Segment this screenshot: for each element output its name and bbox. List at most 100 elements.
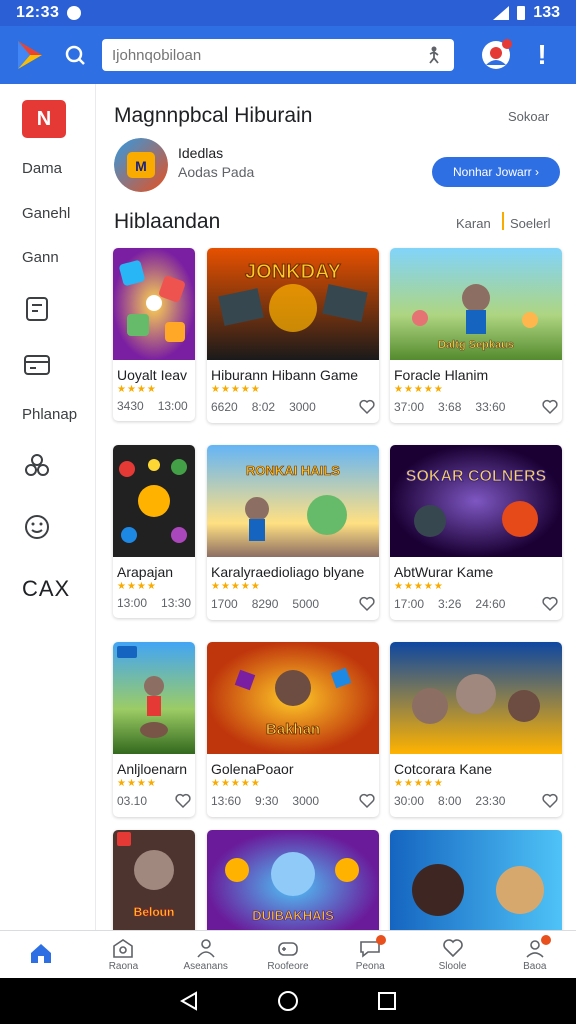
nav-item-4[interactable]: Peona (329, 931, 411, 978)
game-meta: 30:00 8:00 23:30 (390, 789, 562, 817)
sidebar-item-2[interactable]: Gann (0, 249, 96, 266)
thumb-text: DUIBAKHAIS (252, 908, 334, 923)
game-meta: 6620 8:02 3000 (207, 395, 379, 423)
meta-value: 13:60 (211, 794, 242, 808)
game-title: Anljloenarn (117, 761, 188, 777)
card-icon[interactable] (22, 350, 52, 380)
rating-stars: ★★★★★ (394, 581, 444, 592)
meta-value: 13:30 (161, 596, 192, 610)
nav-badge-icon (540, 935, 551, 945)
heart-icon[interactable] (175, 793, 191, 809)
nav-item-6[interactable]: Baoa (494, 931, 576, 978)
home-circle-icon[interactable] (277, 990, 299, 1012)
game-card[interactable]: Anljloenarn ★★★★ 03.10 (113, 642, 195, 817)
game-meta: 17:00 3:26 24:60 (390, 592, 562, 620)
emoji-icon[interactable] (22, 512, 52, 542)
heart-icon[interactable] (359, 399, 375, 415)
featured-section-action[interactable]: Sokoar (508, 109, 549, 124)
thumb-text: Beloun (134, 905, 175, 919)
game-card[interactable]: Bakhan GolenaPoaor ★★★★★ 13:60 9:30 3000 (207, 642, 379, 817)
game-card[interactable]: Arapajan ★★★★ 13:00 13:30 (113, 445, 195, 618)
game-meta: 37:00 3:68 33:60 (390, 395, 562, 423)
heart-icon[interactable] (359, 793, 375, 809)
thumb-text: Daltg Sepkaus (438, 339, 514, 351)
rating-stars: ★★★★★ (394, 778, 444, 789)
nav-item-5[interactable]: Sloole (411, 931, 493, 978)
heart-icon[interactable] (359, 596, 375, 612)
search-input[interactable] (112, 46, 424, 64)
featured-app-title: Idedlas (178, 145, 224, 161)
game-thumbnail (113, 248, 195, 360)
sidebar-bottom-label[interactable]: CAX (22, 576, 70, 602)
meta-value: 37:00 (394, 400, 425, 414)
voice-search-icon[interactable] (424, 45, 444, 65)
search-bar[interactable] (102, 39, 454, 71)
heart-icon[interactable] (542, 399, 558, 415)
game-card[interactable]: Daltg Sepkaus Foracle Hlanim ★★★★★ 37:00… (390, 248, 562, 423)
game-card[interactable]: SOKAR COLNERS AbtWurar Kame ★★★★★ 17:00 … (390, 445, 562, 620)
featured-install-button[interactable]: Nonhar Jowarr › (432, 157, 560, 187)
gamepad-icon (278, 942, 298, 956)
game-meta: 3430 13:00 (113, 395, 195, 421)
signal-icon (493, 6, 510, 20)
main-content: Magnnpbcal Hiburain Sokoar M Idedlas Aod… (96, 84, 576, 930)
grid-section-title: Hiblaandan (114, 210, 221, 233)
bottom-nav: Home Raona Aseanans Roofeore Peona Slool… (0, 930, 576, 978)
rating-stars: ★★★★★ (211, 778, 261, 789)
heart-icon[interactable] (542, 596, 558, 612)
game-meta: 1700 8290 5000 (207, 592, 379, 620)
alert-icon[interactable]: ! (532, 37, 552, 73)
game-card[interactable]: JONKDAY Hiburann Hibann Game ★★★★★ 6620 … (207, 248, 379, 423)
meta-value: 5000 (292, 597, 320, 611)
people-icon[interactable] (22, 450, 52, 480)
nav-item-1[interactable]: Raona (82, 931, 164, 978)
people-icon (197, 939, 215, 958)
play-store-logo-icon[interactable] (14, 39, 46, 71)
game-thumbnail: Beloun (113, 830, 195, 930)
featured-app-icon[interactable]: M (114, 138, 168, 192)
nav-label: Peona (355, 961, 385, 972)
nav-label: Aseanans (183, 961, 228, 972)
meta-value: 1700 (211, 597, 238, 611)
game-card[interactable]: Uoyalt Ieav ★★★★ 3430 13:00 (113, 248, 195, 421)
account-avatar[interactable] (478, 37, 514, 73)
recents-icon[interactable] (376, 990, 398, 1012)
heart-icon[interactable] (542, 793, 558, 809)
status-right: 133 (493, 4, 560, 22)
sidebar-item-1[interactable]: Ganehl (0, 205, 96, 222)
game-meta: 03.10 (113, 789, 195, 817)
shop-icon (113, 939, 134, 958)
sidebar-item-0[interactable]: Dama (0, 160, 96, 177)
nav-item-2[interactable]: Aseanans (165, 931, 247, 978)
game-card[interactable]: Beloun (113, 830, 195, 930)
game-thumbnail: RONKAI HAILS (207, 445, 379, 557)
meta-value: 6620 (211, 400, 238, 414)
nav-label: Sloole (438, 961, 467, 972)
nav-home[interactable]: Home (0, 931, 82, 978)
back-icon[interactable] (178, 990, 200, 1012)
game-card[interactable]: Cotcorara Kane ★★★★★ 30:00 8:00 23:30 (390, 642, 562, 817)
nav-item-3[interactable]: Roofeore (247, 931, 329, 978)
sidebar-logo[interactable]: N (22, 100, 66, 138)
notification-dot-icon (67, 6, 82, 20)
game-title: Foracle Hlanim (394, 367, 489, 383)
meta-value: 8:00 (438, 794, 462, 808)
meta-value: 30:00 (394, 794, 425, 808)
game-title: Uoyalt Ieav (117, 367, 188, 383)
sidebar-item-3[interactable]: Phlanap (0, 406, 96, 423)
meta-value: 13:00 (157, 399, 188, 413)
game-card[interactable]: DUIBAKHAIS (207, 830, 379, 930)
tab-b[interactable]: Soelerl (510, 216, 550, 231)
game-title: Arapajan (117, 564, 174, 580)
game-card[interactable]: RONKAI HAILS Karalyraedioliago blyane ★★… (207, 445, 379, 620)
game-thumbnail: SOKAR COLNERS (390, 445, 562, 557)
search-icon[interactable] (58, 38, 92, 72)
rating-stars: ★★★★★ (211, 384, 261, 395)
tab-a[interactable]: Karan (456, 216, 491, 231)
account-badge-icon (502, 39, 512, 49)
system-nav-bar (0, 978, 576, 1024)
game-card[interactable] (390, 830, 562, 930)
document-icon[interactable] (22, 294, 52, 324)
svg-text:M: M (135, 158, 147, 174)
game-thumbnail: JONKDAY (207, 248, 379, 360)
